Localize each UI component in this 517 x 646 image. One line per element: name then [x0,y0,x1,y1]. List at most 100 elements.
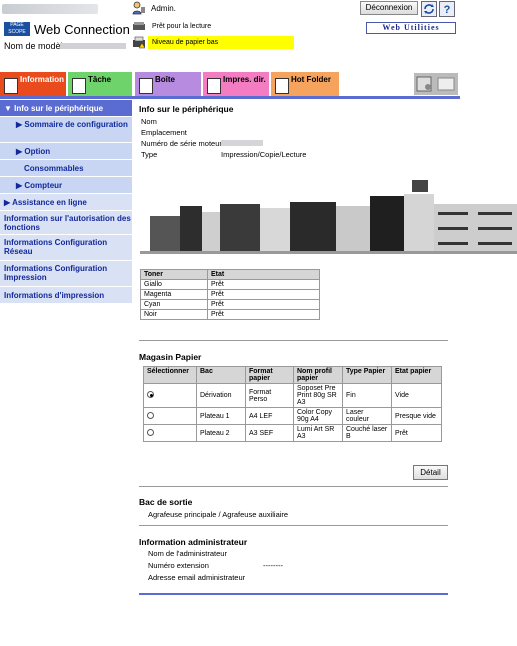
tray-header: Bac [196,366,246,384]
info-icon [4,78,18,94]
toner-status: Prêt [207,279,320,290]
model-name-value-redacted [60,43,126,49]
admin-label: Admin. [151,4,176,13]
tray-type: Couché laser B [342,424,392,442]
type-header: Type Papier [342,366,392,384]
tray-type: Laser couleur [342,407,392,425]
status-header: Etat [207,269,320,280]
divider [139,486,448,487]
tab-boite[interactable]: Boîte [135,72,201,98]
table-row: Giallo Prêt [140,279,320,290]
tray-format: A3 SEF [245,424,294,442]
tray-name: Plateau 1 [196,407,246,425]
admin-email-label: Adresse email administrateur [148,573,246,582]
header-blurred-logo [2,4,98,14]
status-paper-text: Niveau de papier bas [152,39,219,46]
bottom-divider [139,593,448,595]
type-label: Type [141,150,158,159]
sidebar-item-device-info[interactable]: ▼ Info sur le périphérique [0,100,132,117]
paper-tray-title: Magasin Papier [139,352,202,362]
tray-format: Format Perso [245,383,294,408]
toner-status: Prêt [207,289,320,300]
tray-profile: Color Copy 90g A4 [293,407,343,425]
table-row: Cyan Prêt [140,299,320,310]
tray-state: Presque vide [391,407,442,425]
tab-label: Boîte [155,75,175,84]
tray-profile: Soposet Pre Print 80g SR A3 [293,383,343,408]
sidebar-item-consumables[interactable]: Consommables [0,160,132,177]
sidebar-item-counter[interactable]: ▶ Compteur [0,177,132,194]
tab-information[interactable]: Information [0,72,66,98]
toner-name: Cyan [140,299,208,310]
admin-ext-value: -------- [263,561,283,570]
tab-underline [0,96,460,99]
tray-radio[interactable] [147,391,154,398]
box-icon [139,78,153,94]
toner-name: Noir [140,309,208,320]
folder-icon [275,78,289,94]
tray-state: Prêt [391,424,442,442]
status-ready-text: Prêt pour la lecture [152,23,212,30]
table-row[interactable]: Plateau 2 A3 SEF Lumi Art SR A3 Couché l… [143,424,442,442]
divider [139,525,448,526]
svg-text:?: ? [444,4,451,16]
paper-warning-icon [132,36,146,49]
output-tray-title: Bac de sortie [139,497,193,507]
admin-info-title: Information administrateur [139,537,248,547]
scanner-status-icon [132,21,146,32]
serial-label: Numéro de série moteur [141,139,222,148]
tray-type: Fin [342,383,392,408]
sidebar-item-function-authorization[interactable]: Information sur l'autorisation des fonct… [0,211,132,235]
web-utilities-link[interactable]: Web Utilities [366,22,456,34]
table-header-row: Toner Etat [140,269,320,280]
admin-ext-label: Numéro extension [148,561,209,570]
toner-status: Prêt [207,309,320,320]
toner-status: Prêt [207,299,320,310]
sidebar-item-config-summary[interactable]: ▶ Sommaire de configuration [0,117,132,143]
select-header: Sélectionner [143,366,197,384]
job-icon [72,78,86,94]
tray-name: Dérivation [196,383,246,408]
tab-label: Information [20,75,64,84]
sidebar-item-option[interactable]: ▶ Option [0,143,132,160]
device-image [140,172,517,256]
table-row: Magenta Prêt [140,289,320,300]
location-label: Emplacement [141,128,187,137]
sidebar-item-print-config[interactable]: Informations Configuration Impression [0,261,132,287]
profile-header: Nom profil papier [293,366,343,384]
pagescope-logo: PAGE SCOPE [4,22,30,36]
tray-format: A4 LEF [245,407,294,425]
admin-user-icon [132,1,146,15]
tray-radio[interactable] [147,428,154,436]
print-icon [207,78,221,94]
sidebar-item-print-info[interactable]: Informations d'impression [0,287,132,304]
tab-impres-dir[interactable]: Impres. dir. [203,72,269,98]
serial-value-redacted [221,140,263,146]
table-header-row: Sélectionner Bac Format papier Nom profi… [143,366,442,384]
table-row[interactable]: Plateau 1 A4 LEF Color Copy 90g A4 Laser… [143,407,442,425]
sidebar-item-network-config[interactable]: Informations Configuration Réseau [0,235,132,261]
name-label: Nom [141,117,157,126]
model-name-label: Nom de modèle [4,41,68,51]
toner-name: Giallo [140,279,208,290]
tab-tache[interactable]: Tâche [68,72,132,98]
sidebar-item-online-assistance[interactable]: ▶ Assistance en ligne [0,194,132,211]
device-view-icons[interactable] [414,73,458,95]
help-icon[interactable]: ? [439,1,455,17]
table-row[interactable]: Dérivation Format Perso Soposet Pre Prin… [143,383,442,408]
tab-label: Tâche [88,75,112,84]
tray-radio[interactable] [147,411,154,419]
state-header: Etat papier [391,366,442,384]
tray-state: Vide [391,383,442,408]
device-info-title: Info sur le périphérique [139,104,234,114]
logout-button[interactable]: Déconnexion [360,1,418,15]
output-tray-value: Agrafeuse principale / Agrafeuse auxilia… [148,510,289,519]
detail-button[interactable]: Détail [413,465,448,480]
admin-name-label: Nom de l'administrateur [148,549,227,558]
tab-label: Hot Folder [291,75,331,84]
table-row: Noir Prêt [140,309,320,320]
type-value: Impression/Copie/Lecture [221,150,307,159]
refresh-icon[interactable] [421,1,437,17]
tab-hot-folder[interactable]: Hot Folder [271,72,339,98]
toner-name: Magenta [140,289,208,300]
